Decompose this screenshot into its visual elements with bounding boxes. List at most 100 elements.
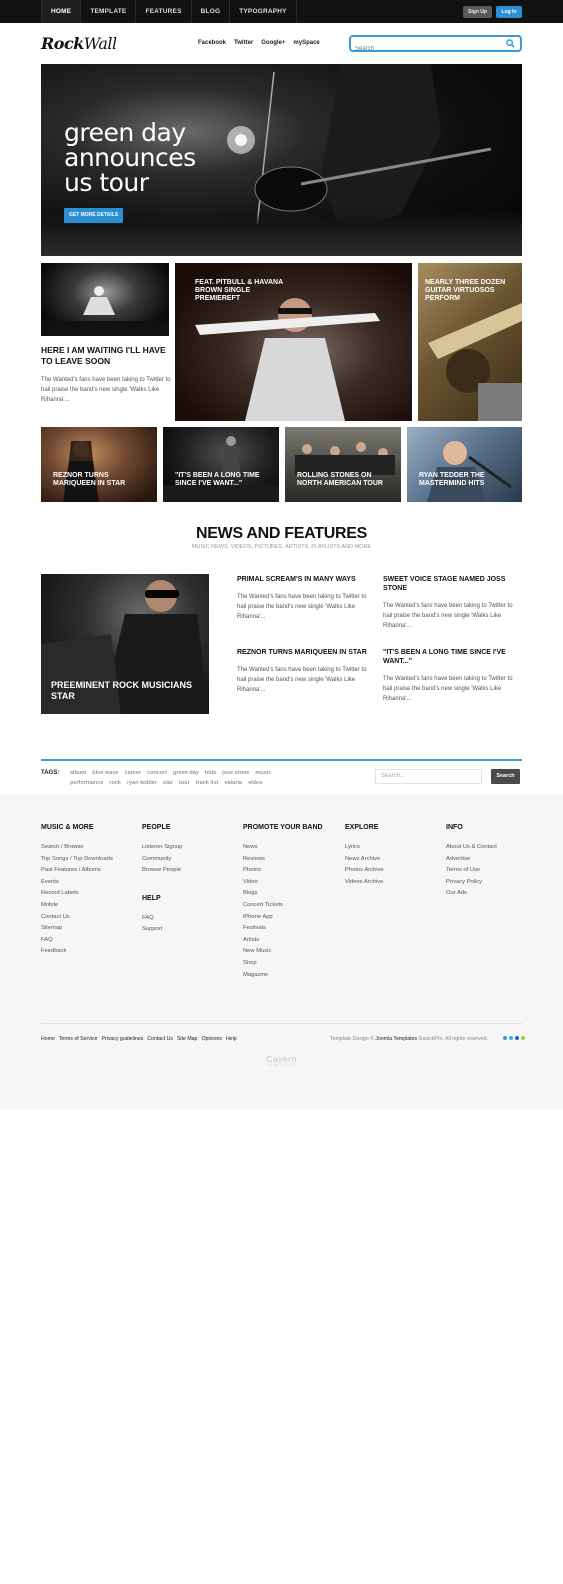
footer-link[interactable]: Magazine: [243, 970, 323, 982]
style-dot-icon[interactable]: [509, 1036, 513, 1040]
footer-link[interactable]: FAQ: [41, 935, 113, 947]
nav-home[interactable]: HOME: [41, 0, 81, 23]
style-dot-icon[interactable]: [515, 1036, 519, 1040]
social-link-twitter[interactable]: Twitter: [234, 40, 253, 46]
footer-link[interactable]: New Music: [243, 946, 323, 958]
tag-link[interactable]: hida: [205, 769, 216, 777]
tag-link[interactable]: career: [125, 769, 142, 777]
bottom-link-terms[interactable]: Terms of Service: [59, 1036, 98, 1042]
tag-link[interactable]: video: [248, 779, 262, 787]
nav-features[interactable]: FEATURES: [135, 0, 190, 23]
joomla-templates-link[interactable]: Joomla Templates: [375, 1036, 417, 1042]
footer-brand-logo[interactable]: Cavern TEMPLATE: [0, 1054, 563, 1067]
footer-link[interactable]: Artists: [243, 935, 323, 947]
footer-link[interactable]: Terms of Use: [446, 865, 497, 877]
log-in-button[interactable]: Log In: [496, 6, 522, 18]
footer-link[interactable]: News: [243, 842, 323, 854]
tag-link[interactable]: tour: [179, 779, 190, 787]
news-article-3[interactable]: REZNOR TURNS MARIQUEEN IN STAR The Wante…: [237, 648, 372, 695]
header-search-input[interactable]: [355, 42, 495, 56]
article-1-title[interactable]: PRIMAL SCREAM'S IN MANY WAYS: [237, 575, 372, 584]
footer-link[interactable]: Videos Archive: [345, 877, 384, 889]
tag-link[interactable]: track list: [196, 779, 219, 787]
tag-link[interactable]: rock: [109, 779, 121, 787]
tag-link[interactable]: album: [70, 769, 86, 777]
footer-link[interactable]: Photos: [243, 865, 323, 877]
footer-link[interactable]: Past Features / Albums: [41, 865, 113, 877]
bottom-link-home[interactable]: Home: [41, 1036, 55, 1042]
footer-link[interactable]: Community: [142, 854, 182, 866]
news-article-4[interactable]: "IT'S BEEN A LONG TIME SINCE I'VE WANT..…: [383, 648, 518, 704]
bottom-link-privacy[interactable]: Privacy guidelines: [101, 1036, 143, 1042]
tag-link[interactable]: valuria: [224, 779, 242, 787]
footer-link[interactable]: Privacy Policy: [446, 877, 497, 889]
feature-tile-long-time[interactable]: "IT'S BEEN A LONG TIME SINCE I'VE WANT..…: [163, 427, 279, 502]
footer-link[interactable]: Sitemap: [41, 923, 113, 935]
feature-tile-ryan-tedder[interactable]: RYAN TEDDER THE MASTERMIND HITS: [407, 427, 522, 502]
footer-link[interactable]: Feedback: [41, 946, 113, 958]
footer-link[interactable]: Video: [243, 877, 323, 889]
footer-link[interactable]: Events: [41, 877, 113, 889]
tag-link[interactable]: performance: [70, 779, 103, 787]
footer-link[interactable]: Our Ads: [446, 888, 497, 900]
news-featured-image[interactable]: PREEMINENT ROCK MUSICIANS STAR: [41, 574, 209, 714]
footer-link[interactable]: Shop: [243, 958, 323, 970]
article-3-title[interactable]: REZNOR TURNS MARIQUEEN IN STAR: [237, 648, 372, 657]
feature-tile-reznor[interactable]: REZNOR TURNS MARIQUEEN IN STAR: [41, 427, 157, 502]
feature-tile-stage-jump[interactable]: [41, 263, 169, 336]
footer-link[interactable]: iPhone App: [243, 912, 323, 924]
social-link-facebook[interactable]: Facebook: [198, 40, 226, 46]
footer-search-input[interactable]: Search...: [375, 769, 482, 784]
footer-link[interactable]: Reviews: [243, 854, 323, 866]
sign-up-button[interactable]: Sign Up: [463, 6, 492, 18]
footer-link[interactable]: FAQ: [142, 913, 182, 925]
bottom-link-contact[interactable]: Contact Us: [147, 1036, 173, 1042]
nav-typography[interactable]: TYPOGRAPHY: [229, 0, 297, 23]
style-dot-icon[interactable]: [503, 1036, 507, 1040]
article-2-title[interactable]: SWEET VOICE STAGE NAMED JOSS STONE: [383, 575, 518, 593]
search-icon[interactable]: [506, 39, 515, 48]
footer-link[interactable]: Contact Us: [41, 912, 113, 924]
social-link-myspace[interactable]: mySpace: [293, 40, 319, 46]
hero-banner[interactable]: green day announces us tour GET MORE DET…: [41, 64, 522, 256]
social-link-googleplus[interactable]: Google+: [261, 40, 285, 46]
bottom-link-help[interactable]: Help: [226, 1036, 237, 1042]
footer-link[interactable]: Advertise: [446, 854, 497, 866]
footer-link[interactable]: Blogs: [243, 888, 323, 900]
footer-link[interactable]: Support: [142, 924, 182, 936]
news-article-2[interactable]: SWEET VOICE STAGE NAMED JOSS STONE The W…: [383, 575, 518, 631]
tag-link[interactable]: jose stone: [222, 769, 249, 777]
tag-link[interactable]: star: [163, 779, 173, 787]
nav-template[interactable]: TEMPLATE: [80, 0, 135, 23]
tag-link[interactable]: ryan tedder: [127, 779, 157, 787]
footer-link[interactable]: Lyrics: [345, 842, 384, 854]
news-article-1[interactable]: PRIMAL SCREAM'S IN MANY WAYS The Wanted'…: [237, 575, 372, 622]
search-button[interactable]: Search: [491, 769, 520, 784]
footer-link[interactable]: Mobile: [41, 900, 113, 912]
article-4-title[interactable]: "IT'S BEEN A LONG TIME SINCE I'VE WANT..…: [383, 648, 518, 666]
nav-blog[interactable]: BLOG: [190, 0, 230, 23]
tag-link[interactable]: concert: [147, 769, 167, 777]
footer-link[interactable]: About Us & Contact: [446, 842, 497, 854]
footer-link[interactable]: Listener Signup: [142, 842, 182, 854]
footer-link[interactable]: News Archive: [345, 854, 384, 866]
footer-link[interactable]: Concert Tickets: [243, 900, 323, 912]
feature-tile-rolling-stones[interactable]: ROLLING STONES ON NORTH AMERICAN TOUR: [285, 427, 401, 502]
tag-link[interactable]: green day: [173, 769, 199, 777]
tag-link[interactable]: music: [255, 769, 271, 777]
footer-link[interactable]: Top Songs / Top Downloads: [41, 854, 113, 866]
bottom-link-opinions[interactable]: Opinions: [201, 1036, 221, 1042]
footer-link[interactable]: Browse People: [142, 865, 182, 877]
footer-link[interactable]: Record Labels: [41, 888, 113, 900]
bottom-link-sitemap[interactable]: Site Map: [177, 1036, 197, 1042]
tag-link[interactable]: blue wave: [92, 769, 118, 777]
feature-tile-guitar-virtuosos[interactable]: NEARLY THREE DOZEN GUITAR VIRTUOSOS PERF…: [418, 263, 522, 421]
feature-tile-guitarist[interactable]: FEAT. PITBULL & HAVANA BROWN SINGLE PREM…: [175, 263, 412, 421]
footer-link[interactable]: Photos Archive: [345, 865, 384, 877]
tile1-headline[interactable]: HERE I AM WAITING I'LL HAVE TO LEAVE SOO…: [41, 345, 171, 367]
site-logo[interactable]: RockWall: [41, 34, 117, 53]
footer-link[interactable]: Search / Browse: [41, 842, 113, 854]
style-dot-icon[interactable]: [521, 1036, 525, 1040]
footer-link[interactable]: Festivals: [243, 923, 323, 935]
get-more-details-button[interactable]: GET MORE DETAILS: [64, 208, 123, 223]
